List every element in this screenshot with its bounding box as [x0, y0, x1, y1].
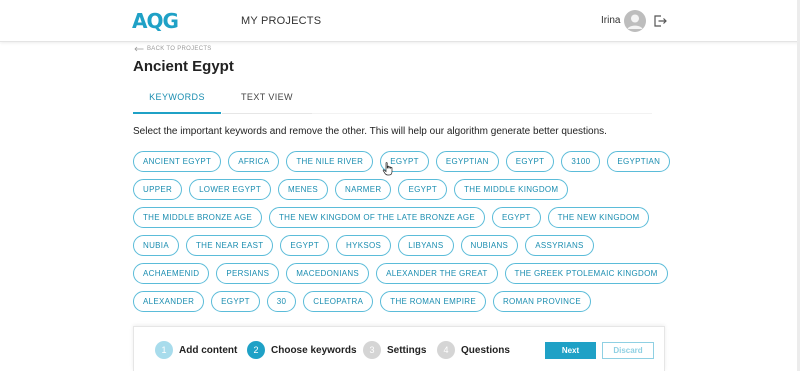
keyword-chip[interactable]: THE ROMAN EMPIRE: [380, 291, 486, 312]
keyword-chip[interactable]: LOWER EGYPT: [189, 179, 272, 200]
tab-text-view[interactable]: TEXT VIEW: [222, 92, 312, 114]
user-name: Irina: [601, 15, 621, 26]
keyword-chip[interactable]: ALEXANDER THE GREAT: [376, 263, 498, 284]
user-avatar-icon: [627, 14, 643, 29]
keyword-chip[interactable]: HYKSOS: [336, 235, 392, 256]
page-title: Ancient Egypt: [133, 58, 234, 75]
keyword-chip[interactable]: EGYPTIAN: [607, 151, 671, 172]
keyword-chip[interactable]: ROMAN PROVINCE: [492, 291, 591, 312]
keyword-chip[interactable]: AFRICA: [228, 151, 280, 172]
step-number: 4: [437, 341, 455, 359]
step-number: 3: [363, 341, 381, 359]
tab-divider: [312, 113, 652, 114]
keyword-chip[interactable]: 3100: [561, 151, 601, 172]
nav-my-projects[interactable]: MY PROJECTS: [241, 15, 321, 27]
keyword-chip[interactable]: MACEDONIANS: [286, 263, 370, 284]
keyword-chip[interactable]: NUBIA: [133, 235, 179, 256]
keyword-chip[interactable]: ACHAEMENID: [133, 263, 210, 284]
logo-text: AQG: [132, 9, 179, 33]
keyword-chip[interactable]: ANCIENT EGYPT: [133, 151, 222, 172]
keyword-chip[interactable]: THE NEW KINGDOM OF THE LATE BRONZE AGE: [268, 207, 485, 228]
keyword-chip[interactable]: THE NEAR EAST: [185, 235, 274, 256]
progress-stepper: 1 Add content 2 Choose keywords 3 Settin…: [133, 326, 665, 371]
keyword-list: ANCIENT EGYPT AFRICA THE NILE RIVER EGYP…: [133, 151, 673, 312]
keyword-chip[interactable]: ALEXANDER: [133, 291, 205, 312]
discard-button[interactable]: Discard: [602, 342, 654, 359]
step-questions[interactable]: 4 Questions: [437, 341, 510, 359]
keyword-chip[interactable]: ASSYRIANS: [525, 235, 594, 256]
arrow-left-icon: [134, 46, 144, 52]
logout-icon[interactable]: [652, 13, 668, 29]
step-choose-keywords[interactable]: 2 Choose keywords: [247, 341, 357, 359]
keyword-chip[interactable]: NUBIANS: [460, 235, 519, 256]
keyword-chip[interactable]: THE GREEK PTOLEMAIC KINGDOM: [504, 263, 668, 284]
back-to-projects-link[interactable]: BACK TO PROJECTS: [134, 46, 212, 52]
step-label: Add content: [179, 344, 238, 356]
keyword-chip[interactable]: PERSIANS: [216, 263, 280, 284]
back-label: BACK TO PROJECTS: [147, 46, 212, 52]
top-bar: AQG MY PROJECTS Irina: [0, 0, 800, 42]
step-label: Questions: [461, 344, 510, 356]
keyword-chip[interactable]: UPPER: [133, 179, 183, 200]
step-settings[interactable]: 3 Settings: [363, 341, 426, 359]
step-label: Choose keywords: [271, 344, 357, 356]
tab-keywords[interactable]: KEYWORDS: [133, 92, 221, 114]
keyword-chip[interactable]: EGYPT: [380, 151, 429, 172]
keyword-chip[interactable]: NARMER: [335, 179, 392, 200]
keyword-chip[interactable]: EGYPT: [398, 179, 448, 200]
app-logo[interactable]: AQG: [132, 9, 179, 33]
keyword-chip[interactable]: THE MIDDLE BRONZE AGE: [133, 207, 262, 228]
avatar[interactable]: [624, 10, 646, 32]
step-add-content[interactable]: 1 Add content: [155, 341, 237, 359]
keyword-chip[interactable]: THE NILE RIVER: [286, 151, 374, 172]
next-button[interactable]: Next: [545, 342, 596, 359]
keyword-chip[interactable]: THE MIDDLE KINGDOM: [454, 179, 569, 200]
keyword-chip[interactable]: EGYPTIAN: [435, 151, 499, 172]
keyword-chip[interactable]: EGYPT: [492, 207, 541, 228]
keyword-chip[interactable]: THE NEW KINGDOM: [547, 207, 650, 228]
keyword-chip[interactable]: CLEOPATRA: [303, 291, 374, 312]
keyword-chip[interactable]: EGYPT: [505, 151, 555, 172]
step-number: 1: [155, 341, 173, 359]
instructions-text: Select the important keywords and remove…: [133, 126, 607, 137]
keyword-chip[interactable]: EGYPT: [280, 235, 330, 256]
keyword-chip[interactable]: 30: [266, 291, 297, 312]
step-label: Settings: [387, 344, 427, 356]
step-number: 2: [247, 341, 265, 359]
keyword-chip[interactable]: MENES: [278, 179, 328, 200]
keyword-chip[interactable]: LIBYANS: [398, 235, 454, 256]
keyword-chip[interactable]: EGYPT: [211, 291, 260, 312]
